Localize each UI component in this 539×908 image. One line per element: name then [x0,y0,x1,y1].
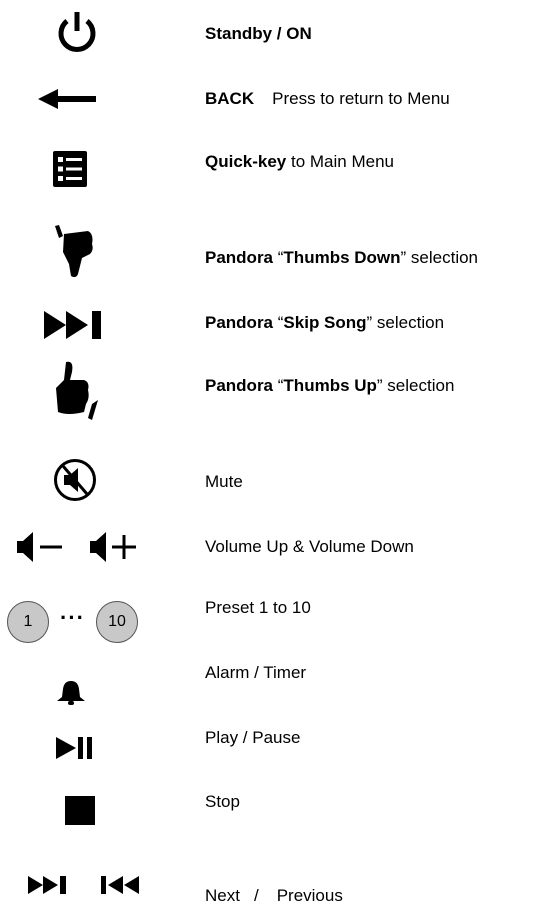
item-label: Pandora “Skip Song” selection [205,313,444,333]
label-text: Play / Pause [205,728,301,747]
label-text: Pandora [205,248,274,267]
label-text: Skip Song [283,313,367,332]
skip-icon [44,311,101,339]
item-label: Alarm / Timer [205,663,306,683]
previous-icon [101,876,139,894]
label-text: Preset 1 to 10 [205,598,311,617]
preset-last-label: 10 [108,613,126,630]
preset-10-icon: 10 [96,601,138,643]
label-text: to Main Menu [286,152,394,171]
label-text: / [253,886,259,905]
label-text: Next [205,886,240,905]
preset-1-icon: 1 [7,601,49,643]
power-icon [58,12,96,52]
next-icon [28,876,66,894]
stop-icon [65,796,95,825]
menu-list-icon [53,151,87,187]
label-text: ” selection [366,313,445,332]
label-text: Volume Up & Volume Down [205,537,414,556]
preset-first-label: 1 [23,613,33,630]
ellipsis-icon: ··· [60,605,85,630]
volume-down-icon [17,532,62,562]
item-label: Mute [205,472,243,492]
bell-icon [57,681,85,705]
label-text: Mute [205,472,243,491]
item-label: Standby / ON [205,24,312,44]
label-text: Pandora [205,376,274,395]
label-text: Stop [205,792,240,811]
label-text: Thumbs Up [283,376,377,395]
label-text: “ [273,248,284,267]
item-label: Volume Up & Volume Down [205,537,414,557]
thumbs-up-icon [56,361,98,420]
item-label: Next / Previous [205,886,343,906]
play-pause-icon [56,737,92,759]
mute-icon [54,459,96,501]
label-text: Quick-key [205,152,287,171]
thumbs-down-icon [55,225,93,278]
label-text: Pandora [205,313,274,332]
label-text: “ [273,376,284,395]
label-text: “ [273,313,284,332]
label-text: Alarm / Timer [205,663,307,682]
item-label: Pandora “Thumbs Down” selection [205,248,478,268]
item-label: Play / Pause [205,728,300,748]
label-text: Thumbs Down [283,248,401,267]
label-text: BACK [205,89,255,108]
label-text: Previous [276,886,343,905]
label-text: Press to return to Menu [272,89,450,108]
label-text: ” selection [400,248,479,267]
item-label: Preset 1 to 10 [205,598,311,618]
label-text: Standby / ON [205,24,312,43]
item-label: Quick-key to Main Menu [205,152,394,172]
item-label: Stop [205,792,240,812]
item-label: Pandora “Thumbs Up” selection [205,376,454,396]
item-label: BACK Press to return to Menu [205,89,450,109]
volume-up-icon [90,532,136,562]
back-arrow-icon [38,89,96,109]
label-text: ” selection [376,376,455,395]
